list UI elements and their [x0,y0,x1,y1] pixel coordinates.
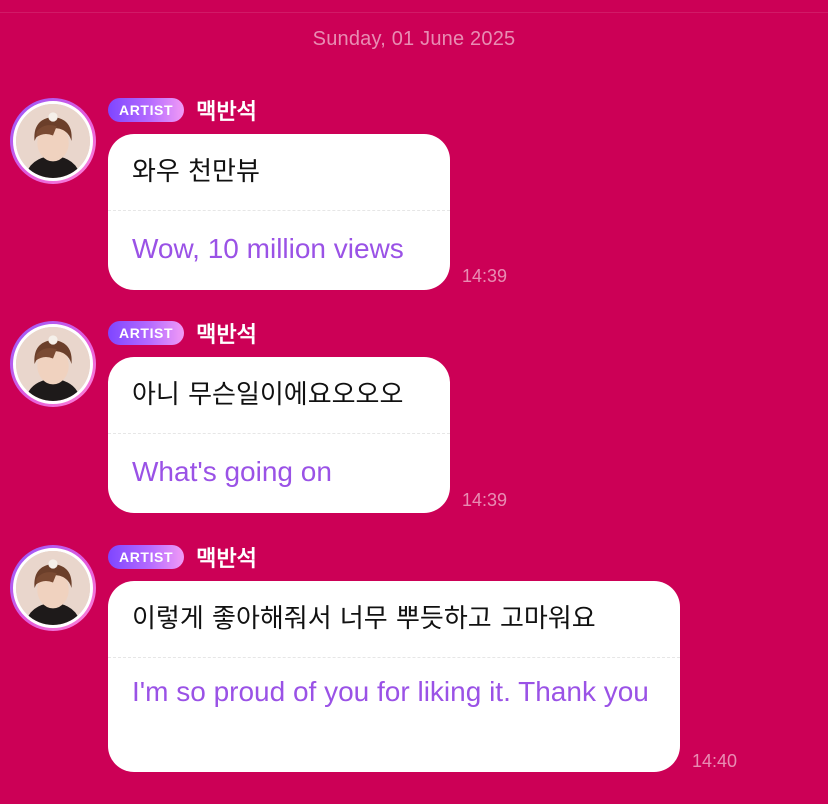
message-bubble[interactable]: 아니 무슨일이에요오오오 What's going on [108,357,450,513]
message-time: 14:39 [462,266,508,286]
sender-row: ARTIST 맥반석 [108,541,257,573]
sender-name[interactable]: 맥반석 [196,541,257,573]
sender-name[interactable]: 맥반석 [196,94,257,126]
avatar[interactable] [10,98,96,184]
sender-row: ARTIST 맥반석 [108,94,257,126]
message-bubble[interactable]: 이렇게 좋아해줘서 너무 뿌듯하고 고마워요 I'm so proud of y… [108,581,680,772]
artist-photo-icon [13,548,93,628]
sender-name[interactable]: 맥반석 [196,317,257,349]
original-text: 와우 천만뷰 [132,157,260,187]
artist-badge: ARTIST [108,98,185,122]
artist-badge: ARTIST [108,321,185,345]
top-divider [0,12,828,13]
translation-text: What's going on [132,456,332,487]
translation-text: Wow, 10 million views [132,233,404,264]
translation-text: I'm so proud of you for liking it. Thank… [132,676,649,707]
sender-row: ARTIST 맥반석 [108,317,257,349]
artist-photo-icon [13,101,93,181]
original-text: 이렇게 좋아해줘서 너무 뿌듯하고 고마워요 [132,604,596,634]
message-time: 14:39 [462,490,508,510]
artist-badge: ARTIST [108,545,185,569]
original-text: 아니 무슨일이에요오오오 [132,380,404,410]
avatar[interactable] [10,321,96,407]
message-bubble[interactable]: 와우 천만뷰 Wow, 10 million views [108,134,450,290]
artist-photo-icon [13,324,93,404]
message-time: 14:40 [692,751,738,771]
avatar[interactable] [10,545,96,631]
date-separator: Sunday, 01 June 2025 [312,28,516,50]
